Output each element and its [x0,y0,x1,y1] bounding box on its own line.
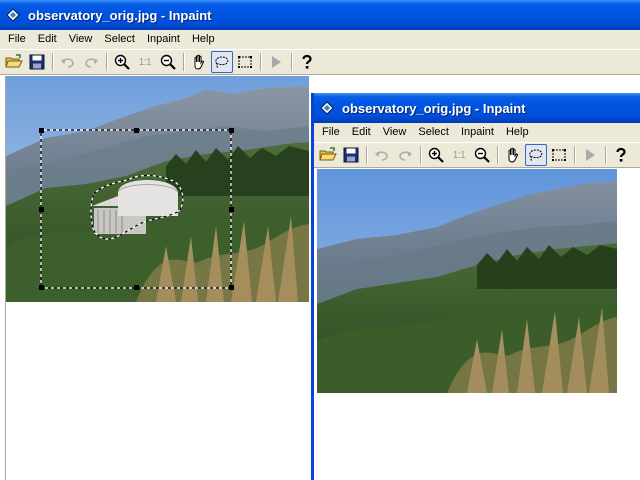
open-button[interactable] [317,144,339,166]
toolbar-separator [497,146,499,164]
redo-button[interactable] [80,51,102,73]
lasso-select-icon [529,149,543,162]
redo-icon [85,58,98,68]
run-inpaint-button[interactable] [579,144,601,166]
save-disk-icon [29,54,45,70]
toolbar-separator [106,53,108,71]
zoom-actual-label: 1:1 [138,56,152,68]
toolbar-separator [420,146,422,164]
zoom-out-icon [160,54,176,70]
zoom-actual-label: 1:1 [452,149,466,161]
toolbar-separator [52,53,54,71]
zoom-in-icon [428,147,444,163]
save-disk-icon [343,147,359,163]
front-toolbar: 1:1 [314,142,640,168]
run-inpaint-button[interactable] [265,51,287,73]
zoom-out-icon [474,147,490,163]
menu-help[interactable]: Help [500,123,535,142]
pan-button[interactable] [502,144,524,166]
toolbar-separator [260,53,262,71]
toolbar-separator [291,53,293,71]
redo-icon [399,151,412,161]
help-icon [616,147,626,162]
front-window-title: observatory_orig.jpg - Inpaint [342,100,526,116]
lasso-select-button[interactable] [525,144,547,166]
back-toolbar: 1:1 [0,49,640,75]
front-canvas[interactable] [317,169,640,480]
help-button[interactable] [610,144,632,166]
pan-button[interactable] [188,51,210,73]
front-window-titlebar[interactable]: observatory_orig.jpg - Inpaint [314,93,640,123]
zoom-actual-button[interactable]: 1:1 [134,51,156,73]
undo-icon [61,58,74,68]
toolbar-separator [605,146,607,164]
run-inpaint-icon [586,149,595,161]
menu-inpaint[interactable]: Inpaint [141,30,186,49]
lasso-select-button[interactable] [211,51,233,73]
back-window-titlebar[interactable]: observatory_orig.jpg - Inpaint [0,0,640,30]
toolbar-separator [574,146,576,164]
zoom-actual-button[interactable]: 1:1 [448,144,470,166]
save-button[interactable] [340,144,362,166]
menu-inpaint[interactable]: Inpaint [455,123,500,142]
open-folder-icon [319,147,337,161]
zoom-in-button[interactable] [425,144,447,166]
toolbar-separator [183,53,185,71]
open-folder-icon [5,54,23,68]
zoom-out-button[interactable] [471,144,493,166]
help-button[interactable] [296,51,318,73]
menu-file[interactable]: File [316,123,346,142]
back-menubar: File Edit View Select Inpaint Help [0,30,640,49]
inpaint-app-icon[interactable] [320,101,334,115]
undo-button[interactable] [57,51,79,73]
undo-icon [375,151,388,161]
rect-select-button[interactable] [234,51,256,73]
inpainted-photo[interactable] [317,169,617,393]
zoom-in-icon [114,54,130,70]
hand-pan-icon [194,54,205,70]
menu-view[interactable]: View [377,123,413,142]
front-menubar: File Edit View Select Inpaint Help [314,123,640,142]
save-button[interactable] [26,51,48,73]
rect-select-button[interactable] [548,144,570,166]
toolbar-separator [366,146,368,164]
menu-select[interactable]: Select [412,123,455,142]
menu-select[interactable]: Select [98,30,141,49]
front-window: observatory_orig.jpg - Inpaint File Edit… [311,93,640,480]
back-window-title: observatory_orig.jpg - Inpaint [28,7,212,23]
undo-button[interactable] [371,144,393,166]
rectangle-select-icon [552,149,566,161]
zoom-in-button[interactable] [111,51,133,73]
menu-view[interactable]: View [63,30,99,49]
menu-file[interactable]: File [2,30,32,49]
help-icon [301,54,313,69]
inpaint-app-icon[interactable] [6,8,20,22]
rectangle-select-icon [238,56,252,68]
hand-pan-icon [508,147,519,163]
zoom-out-button[interactable] [157,51,179,73]
redo-button[interactable] [394,144,416,166]
open-button[interactable] [3,51,25,73]
lasso-select-icon [215,56,229,69]
photo-with-observatory[interactable] [6,76,309,302]
menu-edit[interactable]: Edit [346,123,377,142]
run-inpaint-icon [272,56,281,68]
menu-help[interactable]: Help [186,30,221,49]
menu-edit[interactable]: Edit [32,30,63,49]
